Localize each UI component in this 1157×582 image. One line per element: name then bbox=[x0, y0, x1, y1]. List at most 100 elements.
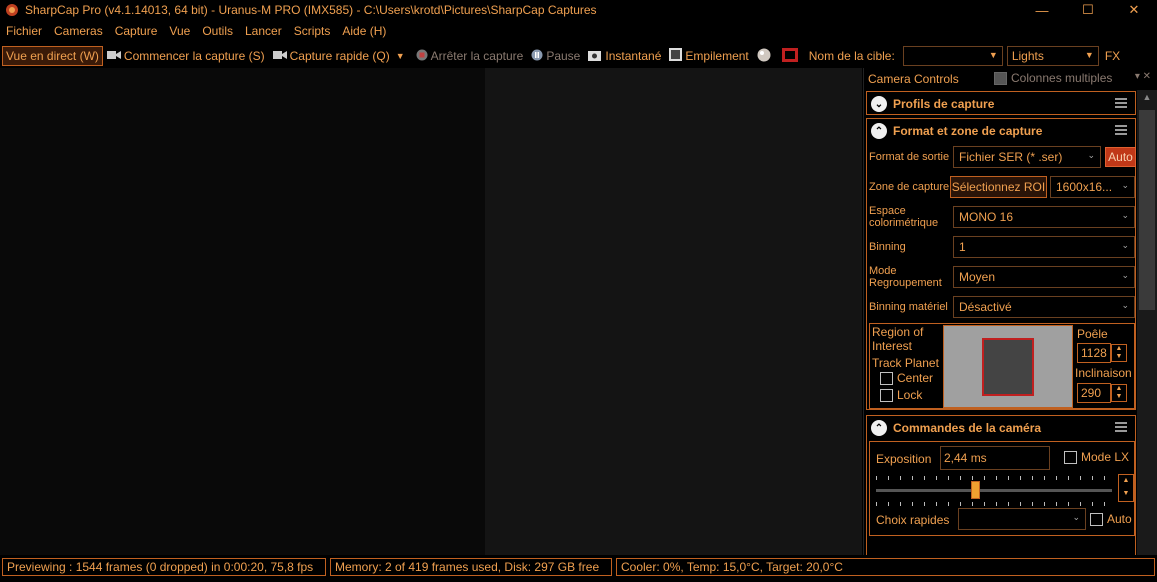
exposure-slider[interactable] bbox=[876, 476, 1112, 506]
hw-binning-select[interactable]: Désactivé ⌄ bbox=[953, 296, 1135, 318]
binning-mode-select[interactable]: Moyen ⌄ bbox=[953, 266, 1135, 288]
binning-mode-value: Moyen bbox=[959, 270, 996, 284]
chevron-up-icon[interactable]: ⌃ bbox=[871, 123, 887, 139]
capture-profiles-header[interactable]: ⌄ Profils de capture bbox=[867, 92, 1135, 116]
pan-spinner[interactable]: ▲ ▼ bbox=[1111, 344, 1127, 362]
pan-label: Poêle bbox=[1077, 327, 1108, 341]
camera-commands-header[interactable]: ⌃ Commandes de la caméra bbox=[867, 416, 1135, 440]
colorspace-select[interactable]: MONO 16 ⌄ bbox=[953, 206, 1135, 228]
stacking-label: Empilement bbox=[685, 49, 749, 63]
minimize-button[interactable]: — bbox=[1019, 0, 1065, 20]
arrow-up-icon[interactable]: ▲ bbox=[1112, 345, 1126, 353]
slider-track bbox=[876, 489, 1112, 492]
stop-capture-button[interactable]: Arrêter la capture bbox=[416, 49, 523, 64]
multi-columns-checkbox[interactable]: Colonnes multiples bbox=[994, 71, 1112, 85]
chevron-down-icon: ▼ bbox=[988, 50, 998, 60]
status-cooler: Cooler: 0%, Temp: 15,0°C, Target: 20,0°C bbox=[616, 558, 1155, 576]
chevron-down-icon: ⌄ bbox=[1121, 210, 1129, 220]
preview-image-area[interactable] bbox=[0, 68, 485, 555]
target-name-label: Nom de la cible: bbox=[809, 49, 895, 63]
exposure-input[interactable]: 2,44 ms bbox=[940, 446, 1050, 470]
frame-type-select[interactable]: Lights ▼ bbox=[1006, 46, 1099, 66]
menu-capture[interactable]: Capture bbox=[109, 24, 164, 38]
camera-commands-group: ⌃ Commandes de la caméra Exposition 2,44… bbox=[866, 415, 1136, 555]
exposure-spinner[interactable]: ▲ ▼ bbox=[1118, 474, 1134, 502]
checkbox-icon bbox=[880, 371, 893, 385]
hw-binning-value: Désactivé bbox=[959, 300, 1012, 314]
select-roi-button[interactable]: Sélectionnez ROI bbox=[950, 176, 1047, 198]
center-checkbox[interactable]: Center bbox=[880, 371, 933, 385]
resolution-select[interactable]: 1600x16... ⌄ bbox=[1050, 176, 1135, 198]
arrow-down-icon[interactable]: ▼ bbox=[1112, 353, 1126, 361]
toolbar: Vue en direct (W) Commencer la capture (… bbox=[0, 44, 1157, 68]
roi-preview[interactable] bbox=[943, 325, 1073, 408]
quick-auto-label: Auto bbox=[1107, 512, 1132, 526]
hamburger-menu-icon[interactable] bbox=[1115, 98, 1127, 108]
chevron-up-icon[interactable]: ⌃ bbox=[871, 420, 887, 436]
chevron-down-icon[interactable]: ▼ bbox=[396, 51, 405, 61]
exposure-label: Exposition bbox=[876, 452, 932, 466]
lock-checkbox[interactable]: Lock bbox=[880, 388, 922, 402]
chevron-down-icon: ⌄ bbox=[1121, 300, 1129, 310]
target-sphere-button[interactable] bbox=[757, 48, 774, 65]
checkbox-icon bbox=[994, 71, 1007, 85]
quick-capture-button[interactable]: Capture rapide (Q) ▼ bbox=[272, 49, 408, 63]
menu-vue[interactable]: Vue bbox=[163, 24, 196, 38]
quick-auto-checkbox[interactable]: Auto bbox=[1090, 512, 1132, 526]
target-name-text: Nom de la cible: bbox=[808, 49, 895, 63]
format-auto-button[interactable]: Auto bbox=[1105, 147, 1136, 167]
tilt-spinner[interactable]: ▲ ▼ bbox=[1111, 384, 1127, 402]
live-view-button[interactable]: Vue en direct (W) bbox=[2, 46, 103, 66]
menu-lancer[interactable]: Lancer bbox=[239, 24, 288, 38]
menu-scripts[interactable]: Scripts bbox=[288, 24, 337, 38]
binning-select[interactable]: 1 ⌄ bbox=[953, 236, 1135, 258]
chevron-down-icon: ⌄ bbox=[1072, 512, 1080, 522]
menu-fichier[interactable]: Fichier bbox=[0, 24, 48, 38]
tilt-input[interactable]: 290 bbox=[1077, 383, 1111, 403]
video-camera-icon bbox=[272, 49, 287, 63]
menu-outils[interactable]: Outils bbox=[196, 24, 239, 38]
hamburger-menu-icon[interactable] bbox=[1115, 422, 1127, 432]
scroll-up-icon[interactable]: ▲ bbox=[1137, 92, 1157, 102]
frame-stats-button[interactable] bbox=[781, 47, 801, 65]
lx-mode-checkbox[interactable]: Mode LX bbox=[1064, 450, 1129, 464]
roi-label-1: Region of bbox=[872, 325, 924, 339]
format-header[interactable]: ⌃ Format et zone de capture bbox=[867, 119, 1135, 143]
fx-button[interactable]: FX bbox=[1105, 49, 1120, 63]
output-format-label: Format de sortie bbox=[869, 151, 950, 163]
arrow-down-icon[interactable]: ▼ bbox=[1119, 490, 1133, 498]
roi-selection-rect[interactable] bbox=[982, 338, 1034, 396]
chevron-down-icon[interactable]: ⌄ bbox=[871, 96, 887, 112]
close-button[interactable]: ✕ bbox=[1111, 0, 1157, 20]
panel-scrollbar[interactable]: ▲ bbox=[1137, 90, 1157, 555]
arrow-up-icon[interactable]: ▲ bbox=[1112, 385, 1126, 393]
pan-input[interactable]: 1128 bbox=[1077, 343, 1111, 363]
scroll-thumb[interactable] bbox=[1139, 110, 1155, 310]
target-name-input[interactable]: ▼ bbox=[902, 46, 1003, 66]
output-format-select[interactable]: Fichier SER (* .ser) ⌄ bbox=[953, 146, 1101, 168]
maximize-button[interactable]: ☐ bbox=[1065, 0, 1111, 20]
checkbox-icon bbox=[1090, 512, 1103, 526]
panel-menu-icon[interactable]: ▾ ✕ bbox=[1135, 71, 1151, 82]
arrow-down-icon[interactable]: ▼ bbox=[1112, 393, 1126, 401]
arrow-up-icon[interactable]: ▲ bbox=[1119, 477, 1133, 485]
sphere-icon bbox=[757, 48, 771, 65]
chevron-down-icon: ⌄ bbox=[1087, 150, 1095, 160]
camera-controls-title: Camera Controls bbox=[868, 72, 959, 86]
format-group: ⌃ Format et zone de capture Format de so… bbox=[866, 118, 1136, 410]
snapshot-button[interactable]: Instantané bbox=[588, 49, 661, 64]
checkbox-icon bbox=[880, 388, 893, 402]
pause-button[interactable]: Pause bbox=[531, 49, 580, 64]
slider-thumb[interactable] bbox=[971, 481, 980, 499]
live-view-label: Vue en direct (W) bbox=[6, 49, 99, 63]
pause-icon bbox=[531, 49, 543, 64]
slider-ticks-top bbox=[876, 476, 1112, 480]
menu-aide[interactable]: Aide (H) bbox=[336, 24, 392, 38]
menu-cameras[interactable]: Cameras bbox=[48, 24, 109, 38]
fx-label: FX bbox=[1104, 49, 1121, 63]
start-capture-button[interactable]: Commencer la capture (S) bbox=[106, 49, 265, 63]
stacking-button[interactable]: Empilement bbox=[669, 48, 749, 64]
quick-choice-select[interactable]: ⌄ bbox=[958, 508, 1086, 530]
hamburger-menu-icon[interactable] bbox=[1115, 125, 1127, 135]
stacking-icon bbox=[669, 48, 683, 64]
